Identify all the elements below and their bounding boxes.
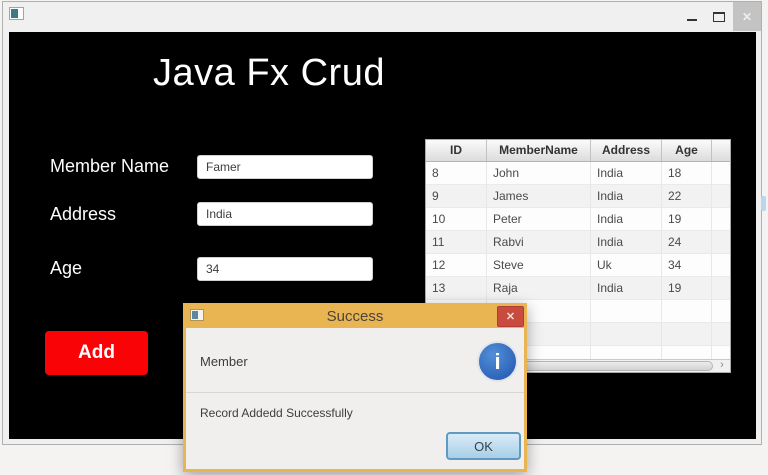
close-button[interactable]: ✕: [733, 2, 761, 31]
cell-address: Uk: [591, 254, 662, 277]
cell-id: 8: [426, 162, 487, 185]
cell-id: 10: [426, 208, 487, 231]
cell-id: 9: [426, 185, 487, 208]
cell-id: 13: [426, 277, 487, 300]
age-field[interactable]: [197, 257, 373, 281]
cell-membername: Raja: [487, 277, 591, 300]
table-row[interactable]: 13 Raja India 19: [426, 277, 730, 300]
cell-address: India: [591, 162, 662, 185]
cell-address: India: [591, 185, 662, 208]
cell-membername: Peter: [487, 208, 591, 231]
dialog-title: Success: [326, 308, 384, 325]
column-header-id[interactable]: ID: [426, 140, 487, 161]
cell-id: 12: [426, 254, 487, 277]
member-name-field[interactable]: [197, 155, 373, 179]
dialog-titlebar: Success ✕: [186, 306, 524, 328]
cell-address: India: [591, 208, 662, 231]
add-button[interactable]: Add: [45, 331, 148, 375]
address-label: Address: [50, 204, 117, 224]
ok-button[interactable]: OK: [446, 432, 521, 460]
titlebar: ✕: [3, 2, 761, 31]
info-icon: i: [477, 341, 518, 382]
column-header-membername[interactable]: MemberName: [487, 140, 591, 161]
success-dialog: Success ✕ Member i Record Addedd Success…: [183, 303, 527, 472]
dialog-close-button[interactable]: ✕: [497, 306, 524, 327]
dialog-message: Record Addedd Successfully: [200, 406, 353, 420]
dialog-header-text: Member: [200, 354, 248, 369]
age-label: Age: [50, 258, 83, 278]
cell-filler: [712, 208, 730, 231]
cell-address: India: [591, 277, 662, 300]
cell-membername: Steve: [487, 254, 591, 277]
app-window-icon: [9, 7, 24, 20]
cell-age: 19: [662, 208, 712, 231]
cell-age: 18: [662, 162, 712, 185]
column-header-filler: [712, 140, 730, 161]
minimize-button[interactable]: [683, 2, 701, 31]
table-header-row: ID MemberName Address Age: [426, 140, 730, 162]
cell-filler: [712, 277, 730, 300]
close-icon: ✕: [741, 9, 753, 24]
cell-id: 11: [426, 231, 487, 254]
cell-membername: James: [487, 185, 591, 208]
close-icon: ✕: [505, 311, 516, 323]
cell-age: 24: [662, 231, 712, 254]
table-row[interactable]: 8 John India 18: [426, 162, 730, 185]
page-title: Java Fx Crud: [153, 52, 385, 94]
cell-membername: Rabvi: [487, 231, 591, 254]
cell-membername: John: [487, 162, 591, 185]
cell-filler: [712, 185, 730, 208]
scroll-right-icon[interactable]: ›: [714, 360, 730, 372]
cell-age: 34: [662, 254, 712, 277]
cell-filler: [712, 162, 730, 185]
cell-filler: [712, 231, 730, 254]
cell-age: 19: [662, 277, 712, 300]
cell-address: India: [591, 231, 662, 254]
column-header-age[interactable]: Age: [662, 140, 712, 161]
dialog-separator: [186, 392, 524, 393]
address-field[interactable]: [197, 202, 373, 226]
table-row[interactable]: 12 Steve Uk 34: [426, 254, 730, 277]
cell-filler: [712, 254, 730, 277]
column-header-address[interactable]: Address: [591, 140, 662, 161]
table-row[interactable]: 10 Peter India 19: [426, 208, 730, 231]
maximize-icon: [713, 11, 725, 22]
member-name-label: Member Name: [50, 156, 170, 176]
table-row[interactable]: 9 James India 22: [426, 185, 730, 208]
table-row[interactable]: 11 Rabvi India 24: [426, 231, 730, 254]
page-scrollbar-fragment: [761, 196, 766, 211]
minimize-icon: [687, 18, 697, 21]
dialog-body: Member i Record Addedd Successfully OK: [186, 328, 524, 469]
maximize-button[interactable]: [709, 2, 729, 31]
cell-age: 22: [662, 185, 712, 208]
